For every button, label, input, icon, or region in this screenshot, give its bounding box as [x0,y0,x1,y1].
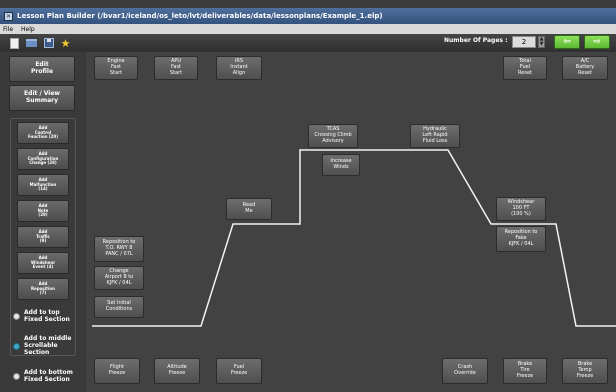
add-reposition-button[interactable]: Add Reposition (7) [17,278,69,300]
flight-profile-line [92,149,616,327]
add-windshear-event-button[interactable]: Add Windshear Event (4) [17,252,69,274]
menu-help[interactable]: Help [21,26,35,33]
reposition-panc-block[interactable]: Reposition to T.O. RWY 8 PANC / 07L [94,236,144,262]
brake-temp-freeze-block[interactable]: Brake Temp Freeze [562,358,608,384]
brake-tire-freeze-block[interactable]: Brake Tire Freeze [503,358,547,384]
add-malfunction-button[interactable]: Add Malfunction (14) [17,174,69,196]
crash-override-block[interactable]: Crash Override [442,358,488,384]
total-fuel-reset-block[interactable]: Total Fuel Reset [503,56,547,80]
next-page-button[interactable]: ⇨ [584,35,610,49]
edit-profile-button[interactable]: Edit Profile [9,56,75,82]
flight-freeze-block[interactable]: Flight Freeze [94,358,140,384]
menu-file[interactable]: File [3,26,13,33]
previous-page-button[interactable]: ⇦ [554,35,580,49]
altitude-freeze-block[interactable]: Altitude Freeze [154,358,200,384]
edit-view-summary-button[interactable]: Edit / View Summary [9,85,75,111]
change-airport-block[interactable]: Change Airport 8 to KJFK / 04L [94,266,144,290]
add-to-top-radio[interactable] [13,313,20,320]
add-to-top-label: Add to top Fixed Section [24,309,70,323]
sidebar: Edit Profile Edit / View Summary Add Con… [0,52,86,392]
add-control-function-button[interactable]: Add Control Function (20) [17,122,69,144]
add-note-button[interactable]: Add Note (29) [17,200,69,222]
open-folder-icon[interactable] [25,37,38,49]
add-to-middle-label: Add to middle Scrollable Section [24,335,72,356]
window-title: Lesson Plan Builder (/bvar1/iceland/os_l… [17,12,383,20]
number-of-pages-input[interactable]: 2 [512,36,536,48]
add-traffic-button[interactable]: Add Traffic (9) [17,226,69,248]
new-file-icon[interactable] [8,37,21,49]
apu-fast-start-block[interactable]: APU Fast Start [154,56,198,80]
add-to-middle-radio[interactable] [13,343,20,350]
title-bar: ✕ Lesson Plan Builder (/bvar1/iceland/os… [0,8,616,24]
tcas-advisory-block[interactable]: TCAS Crossing Climb Advisory [308,124,358,148]
number-of-pages-label: Number Of Pages : [444,37,508,44]
menu-bar: File Help [0,24,616,34]
fuel-freeze-block[interactable]: Fuel Freeze [216,358,262,384]
windshear-block[interactable]: Windshear 100 FT (100 %) [496,197,546,221]
add-to-bottom-label: Add to bottom Fixed Section [24,369,73,383]
engine-fast-start-block[interactable]: Engine Fast Start [94,56,138,80]
save-icon[interactable] [42,37,55,49]
add-configuration-change-button[interactable]: Add Configuration Change (28) [17,148,69,170]
app-icon: ✕ [4,11,13,21]
set-initial-conditions-block[interactable]: Set Initial Conditions [94,296,144,318]
hydraulic-fluid-loss-block[interactable]: Hydraulic Left Rapid Fluid Loss [410,124,460,148]
pages-spinner[interactable]: ▲ ▼ [538,36,545,48]
ac-battery-reset-block[interactable]: A/C Battery Reset [562,56,608,80]
lesson-plan-builder-window: ✕ Lesson Plan Builder (/bvar1/iceland/os… [0,0,616,392]
add-to-bottom-radio[interactable] [13,373,20,380]
reposition-fake-kjfk-block[interactable]: Reposition to Fake KJFK / 04L [496,226,546,252]
favorite-star-icon[interactable]: ★ [59,37,72,50]
irs-instant-align-block[interactable]: IRS Instant Align [216,56,262,80]
read-me-block[interactable]: Read Me [226,198,272,220]
lesson-plan-canvas: Engine Fast Start APU Fast Start IRS Ins… [86,52,616,392]
increase-winds-block[interactable]: Increase Winds [322,154,360,176]
